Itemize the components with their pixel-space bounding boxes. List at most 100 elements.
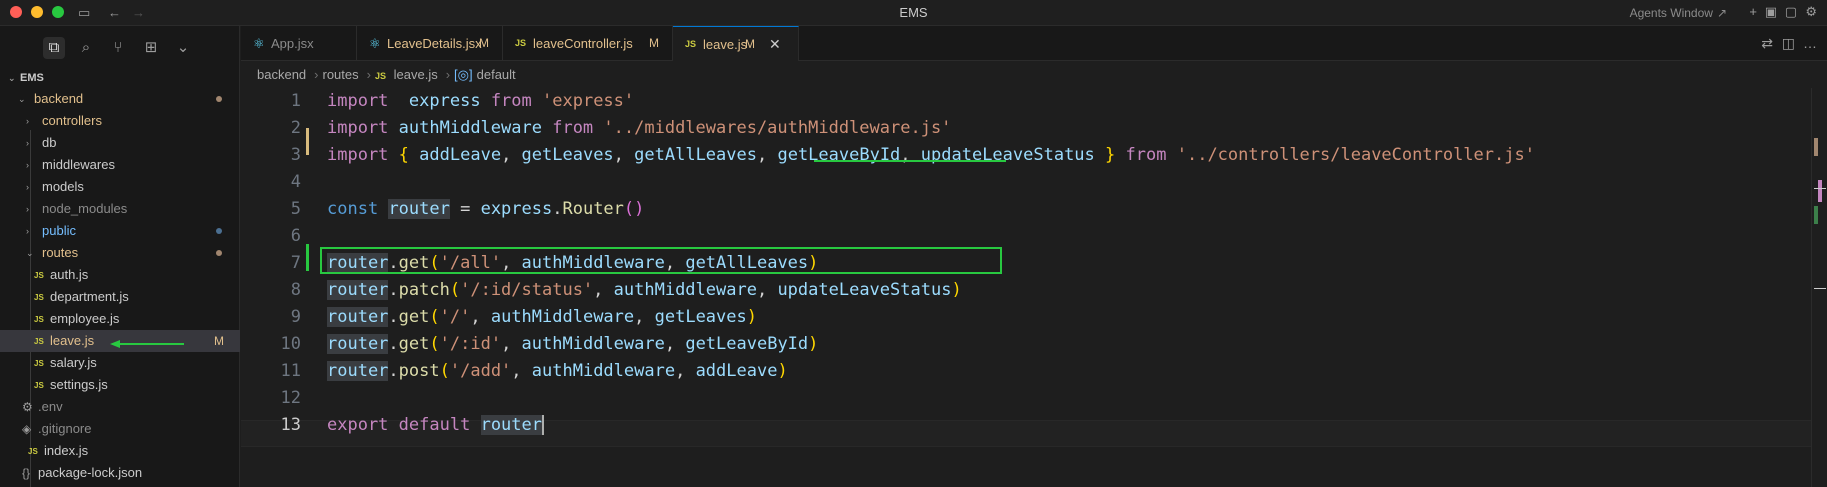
add-icon[interactable]: +	[1749, 4, 1757, 19]
tree-item-label: node_modules	[42, 201, 128, 216]
js-file-icon: JS	[34, 315, 44, 324]
explorer-root[interactable]: ⌄ EMS	[0, 68, 240, 88]
title-bar: ▭ ← → EMS Agents Window ↗ + ▣ ▢ ⚙	[0, 0, 1827, 26]
symbol-icon: [◎]	[454, 67, 473, 82]
code-text: import { addLeave, getLeaves, getAllLeav…	[327, 145, 1535, 165]
more-actions-icon[interactable]: …	[1803, 35, 1817, 51]
minimap-cursor-mark	[1814, 288, 1826, 289]
tree-file[interactable]: {} package-lock.json	[0, 462, 240, 484]
search-icon[interactable]: ⌕	[75, 37, 97, 59]
editor-tab[interactable]: ⚛ LeaveDetails.jsx M	[357, 26, 503, 61]
settings-gear-icon[interactable]: ⚙	[1805, 4, 1817, 20]
explorer-root-label: EMS	[20, 72, 44, 84]
breadcrumb-separator: ›	[445, 67, 451, 82]
tree-folder[interactable]: › middlewares	[0, 154, 240, 176]
line-number: 7	[290, 253, 301, 273]
chevron-right-icon: ›	[26, 182, 29, 192]
js-file-icon: JS	[515, 38, 527, 48]
tree-item-label: index.js	[44, 443, 89, 458]
tab-modified-badge: M	[745, 37, 755, 51]
tree-item-label: employee.js	[50, 311, 120, 326]
agents-window-link[interactable]: Agents Window ↗	[1630, 6, 1727, 20]
extensions-icon[interactable]: ⊞	[140, 37, 162, 59]
editor-tab[interactable]: JS leaveController.js M	[503, 26, 673, 61]
panel-layout-icon[interactable]: ▣	[1765, 4, 1777, 20]
tree-item-label: package-lock.json	[38, 465, 143, 480]
code-line: 12	[241, 385, 1811, 412]
chevron-down-icon: ⌄	[26, 248, 34, 258]
js-file-icon: JS	[34, 293, 44, 302]
code-text: import express from 'express'	[327, 91, 635, 111]
editor-layout-icon[interactable]: ▢	[1785, 4, 1797, 20]
chevron-right-icon: ›	[26, 116, 29, 126]
breadcrumb-separator: ›	[314, 67, 319, 82]
tree-file[interactable]: JS index.js	[0, 440, 240, 462]
source-control-icon[interactable]: ⑂	[107, 37, 129, 59]
split-editor-icon[interactable]: ◫	[1782, 35, 1795, 52]
code-text: router.post('/add', authMiddleware, addL…	[327, 361, 788, 381]
tree-item-label: models	[42, 179, 84, 194]
explorer-icon[interactable]: ⧉	[43, 37, 65, 59]
tree-folder[interactable]: › db	[0, 132, 240, 154]
code-line: 13 export default router	[241, 412, 1811, 439]
line-number: 13	[280, 415, 301, 435]
code-editor[interactable]: 1 import express from 'express' 2 import au…	[241, 88, 1811, 487]
close-icon[interactable]: ✕	[769, 27, 781, 62]
tree-folder[interactable]: › public	[0, 220, 240, 242]
line-number: 6	[290, 226, 301, 246]
tree-item-label: backend	[34, 91, 84, 106]
line-number: 5	[290, 199, 301, 219]
tree-file[interactable]: JS settings.js	[0, 374, 240, 396]
tree-folder[interactable]: ⌄ backend	[0, 88, 240, 110]
tree-file[interactable]: JS employee.js	[0, 308, 240, 330]
tab-label: leaveController.js	[533, 36, 633, 51]
code-line: 2 import authMiddleware from '../middlewa…	[241, 115, 1811, 142]
js-file-icon: JS	[374, 71, 386, 81]
js-file-icon: JS	[34, 359, 44, 368]
annotation-arrow	[110, 340, 184, 348]
tree-item-label: routes	[42, 245, 79, 260]
root-twisty-icon: ⌄	[8, 73, 16, 83]
tree-folder[interactable]: › models	[0, 176, 240, 198]
explorer-sidebar: ⧉ ⌕ ⑂ ⊞ ⌄ ⌄ EMS ⌄ backend › controllers › db ›…	[0, 26, 240, 487]
code-line: 5 const router = express.Router()	[241, 196, 1811, 223]
tab-label: leave.js	[703, 37, 748, 52]
tree-folder[interactable]: ⌄ routes	[0, 242, 240, 264]
editor-tab-bar: ⚛ App.jsx ⚛ LeaveDetails.jsx M JS leaveControl…	[241, 26, 1827, 61]
breadcrumb-backend[interactable]: backend	[257, 67, 306, 82]
breadcrumb-file[interactable]: leave.js	[394, 67, 438, 82]
line-number: 12	[280, 388, 301, 408]
tree-item-label: controllers	[42, 113, 102, 128]
line-number: 8	[290, 280, 301, 300]
tab-label: App.jsx	[271, 36, 314, 51]
tree-item-label: leave.js	[50, 333, 95, 348]
chevron-down-icon[interactable]: ⌄	[172, 37, 194, 59]
react-file-icon: ⚛	[369, 36, 381, 51]
text-cursor	[542, 415, 544, 435]
line-number: 3	[290, 145, 301, 165]
tree-file[interactable]: JS auth.js	[0, 264, 240, 286]
code-text: export default router	[327, 415, 544, 435]
code-text: router.get('/:id', authMiddleware, getLe…	[327, 334, 819, 354]
code-text: router.patch('/:id/status', authMiddlewa…	[327, 280, 962, 300]
editor-tab[interactable]: ⚛ App.jsx	[241, 26, 357, 61]
compare-changes-icon[interactable]: ⇄	[1761, 35, 1773, 52]
line-number: 11	[280, 361, 301, 381]
tree-file[interactable]: JS department.js	[0, 286, 240, 308]
tree-folder[interactable]: › node_modules	[0, 198, 240, 220]
breadcrumb-symbol[interactable]: default	[477, 67, 516, 82]
tree-file[interactable]: ⚙ .env	[0, 396, 240, 418]
modified-dot	[216, 96, 222, 102]
line-number: 4	[290, 172, 301, 192]
code-line: 4	[241, 169, 1811, 196]
tree-file[interactable]: JS salary.js	[0, 352, 240, 374]
gear-icon: ⚙	[22, 400, 33, 414]
editor-tab[interactable]: JS leave.js M ✕	[673, 26, 799, 61]
modified-dot	[216, 228, 222, 234]
editor-scrollbar[interactable]	[1811, 88, 1827, 487]
tree-folder[interactable]: › controllers	[0, 110, 240, 132]
tree-item-label: .gitignore	[38, 421, 92, 436]
tree-item-label: middlewares	[42, 157, 115, 172]
breadcrumb-routes[interactable]: routes	[323, 67, 359, 82]
tree-file[interactable]: ◈ .gitignore	[0, 418, 240, 440]
